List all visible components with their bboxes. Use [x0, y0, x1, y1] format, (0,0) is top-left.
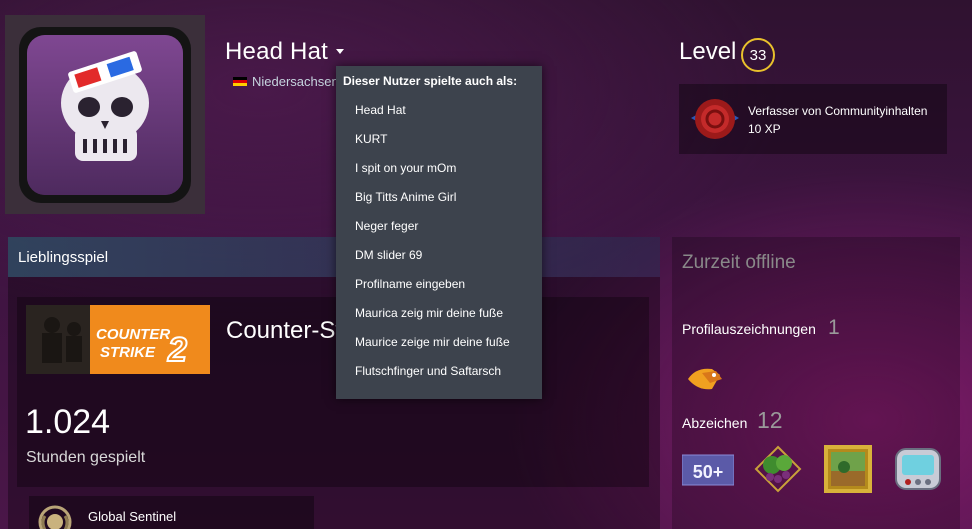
favorite-badge-title: Verfasser von Communityinhalten [748, 104, 928, 118]
persona-name[interactable]: Head Hat [225, 38, 328, 66]
chevron-down-icon[interactable] [336, 49, 344, 54]
hours-played-value: 1.024 [25, 403, 111, 441]
pager-device-badge-icon[interactable] [892, 443, 944, 495]
rank-label: Global Sentinel [88, 509, 177, 524]
badges-count[interactable]: 12 [757, 407, 783, 434]
years-of-service-50-badge-icon[interactable]: 50+ [681, 443, 735, 495]
capsule-text-number: 2 [167, 331, 187, 369]
rank-card: Global Sentinel [29, 496, 314, 529]
award-item-icon[interactable] [682, 359, 730, 395]
svg-text:50+: 50+ [693, 462, 724, 482]
alias-menu-header: Dieser Nutzer spielte auch als: [343, 74, 518, 88]
alias-item[interactable]: Profilname eingeben [355, 277, 465, 291]
profile-sidebar: Zurzeit offline Profilauszeichnungen 1 A… [672, 237, 960, 529]
profile-awards-link[interactable]: Profilauszeichnungen [682, 321, 816, 337]
profile-location: Niedersachsen [252, 74, 339, 89]
favorite-game-label: Lieblingsspiel [18, 249, 109, 266]
game-capsule-image[interactable]: COUNTER STRIKE 2 [26, 305, 210, 374]
laurel-rank-icon [37, 504, 73, 529]
alias-history-menu: Dieser Nutzer spielte auch als: Head Hat… [336, 66, 542, 399]
profile-avatar[interactable] [5, 15, 205, 214]
alias-item[interactable]: Maurica zeig mir deine fuße [355, 306, 503, 320]
capsule-text-line2: STRIKE [100, 344, 156, 361]
level-badge[interactable]: 33 [741, 38, 775, 72]
favorite-game-header: Lieblingsspiel [8, 237, 660, 277]
alias-item[interactable]: Big Titts Anime Girl [355, 190, 456, 204]
germany-flag-icon [233, 77, 247, 86]
gold-frame-badge-icon[interactable] [822, 443, 874, 495]
grape-vine-badge-icon[interactable] [752, 443, 804, 495]
alias-item[interactable]: I spit on your mOm [355, 161, 456, 175]
favorite-badge-xp: 10 XP [748, 122, 781, 136]
wax-seal-badge-icon [687, 92, 743, 148]
favorite-game-panel: Lieblingsspiel COUNTER STRIKE 2 Counter-… [8, 237, 660, 529]
favorite-badge-card[interactable]: Verfasser von Communityinhalten 10 XP [679, 84, 947, 154]
profile-awards-count[interactable]: 1 [828, 316, 840, 340]
alias-item[interactable]: Flutschfinger und Saftarsch [355, 364, 501, 378]
alias-item[interactable]: KURT [355, 132, 387, 146]
favorite-game-box: COUNTER STRIKE 2 Counter-Strike 2 1.024 … [17, 297, 649, 487]
alias-item[interactable]: Neger feger [355, 219, 418, 233]
hours-played-label: Stunden gespielt [26, 449, 146, 466]
level-label: Level [679, 38, 737, 65]
alias-item[interactable]: DM slider 69 [355, 248, 422, 262]
alias-item[interactable]: Head Hat [355, 103, 406, 117]
online-status: Zurzeit offline [682, 252, 796, 273]
badges-link[interactable]: Abzeichen [682, 415, 747, 431]
capsule-text-line1: COUNTER [96, 326, 170, 343]
alias-item[interactable]: Maurice zeige mir deine fuße [355, 335, 510, 349]
